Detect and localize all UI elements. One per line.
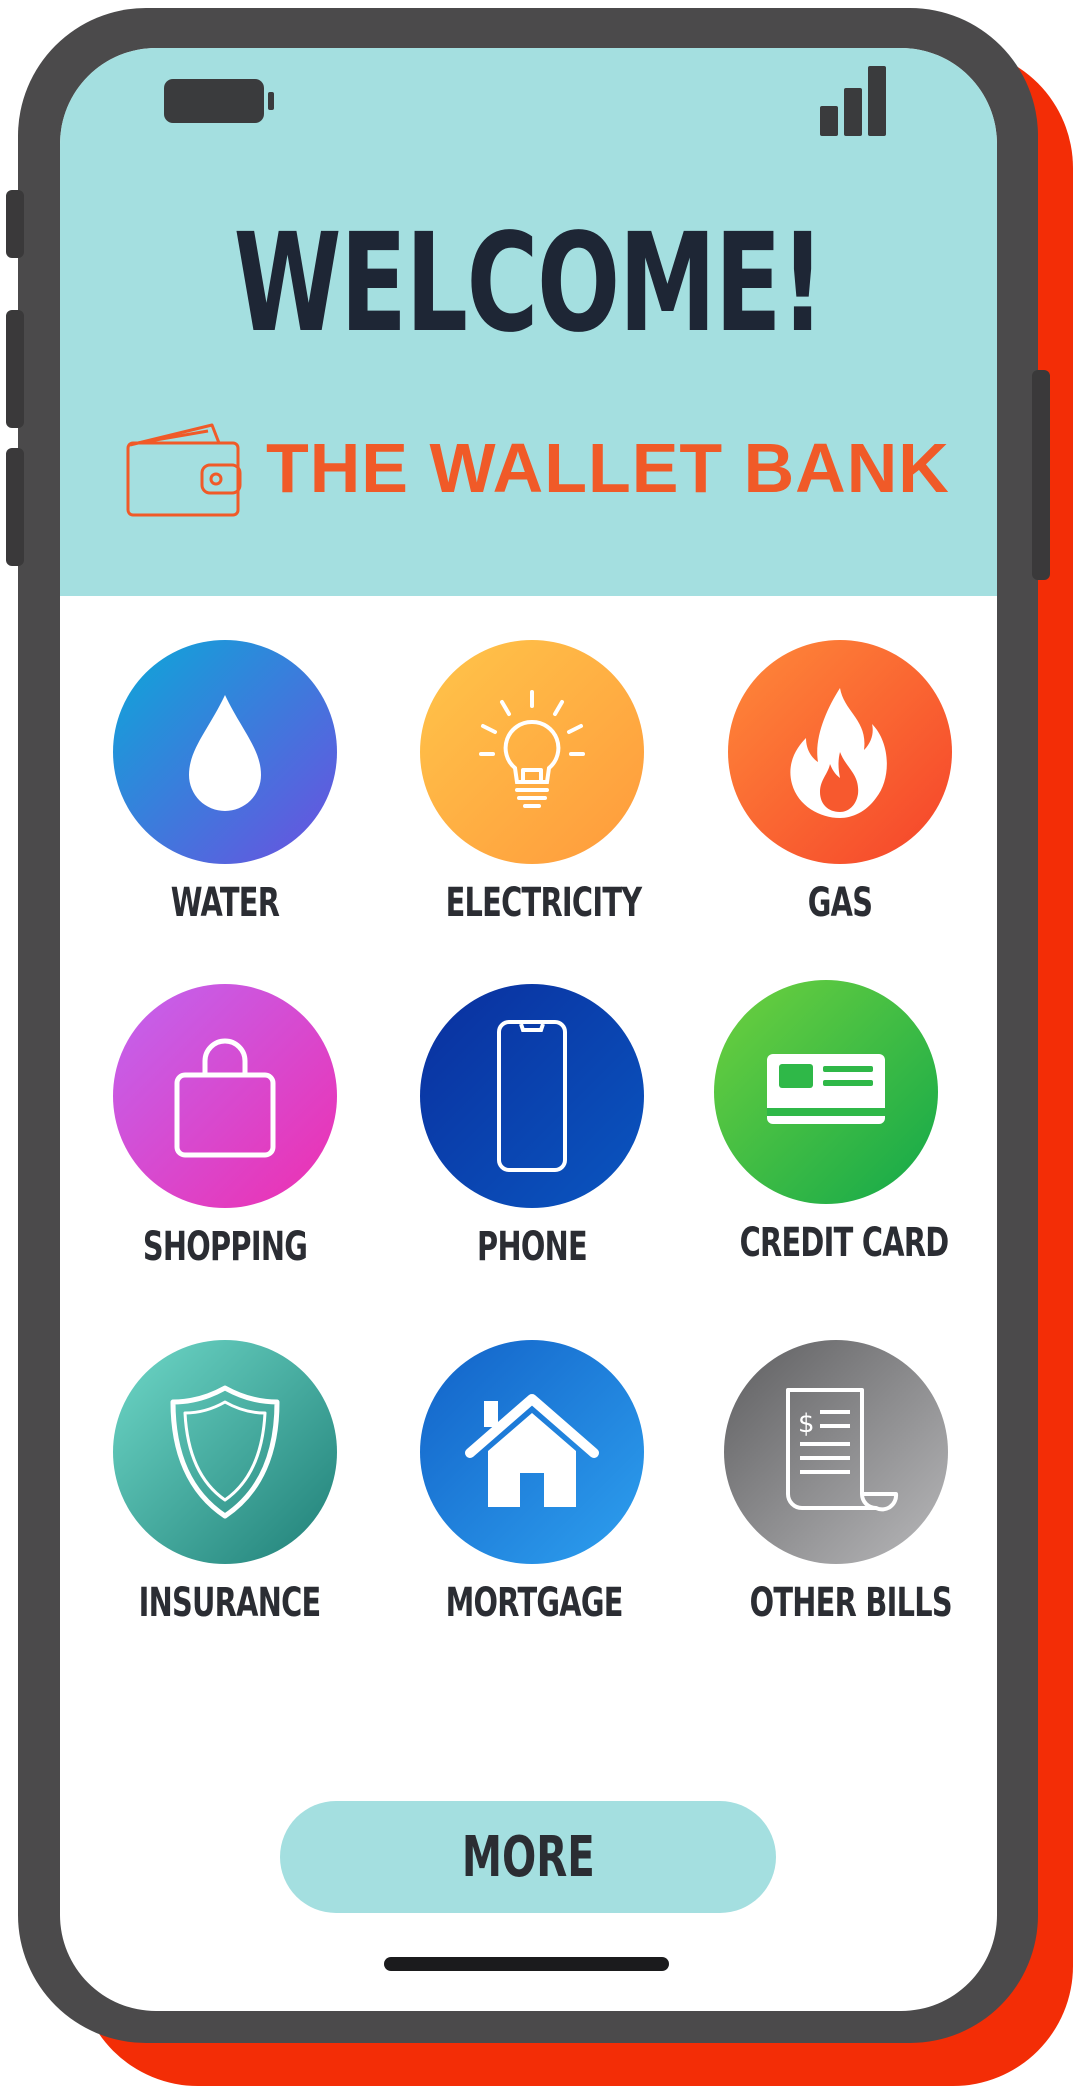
category-label: OTHER BILLS (749, 1580, 953, 1626)
category-label: WATER (170, 880, 280, 926)
page-title: WELCOME! (233, 205, 825, 363)
category-phone[interactable]: PHONE (412, 984, 652, 1270)
category-label: SHOPPING (142, 1224, 308, 1270)
category-gas[interactable]: GAS (720, 640, 960, 926)
category-label: MORTGAGE (445, 1580, 624, 1626)
volume-down-button (6, 448, 24, 566)
credit-card-icon (767, 1054, 885, 1124)
silent-switch (6, 190, 24, 258)
header: WELCOME! THE WALLET BANK (60, 48, 997, 596)
category-insurance[interactable]: INSURANCE (105, 1340, 345, 1626)
light-bulb-icon (479, 690, 585, 808)
receipt-icon: $ (786, 1388, 899, 1512)
shopping-bag-icon (174, 1038, 276, 1158)
category-label: INSURANCE (138, 1580, 322, 1626)
volume-up-button (6, 310, 24, 428)
category-label: PHONE (477, 1224, 588, 1270)
wallet-icon (126, 423, 242, 517)
category-other-bills[interactable]: $ OTHER BILLS (716, 1340, 956, 1626)
category-mortgage[interactable]: MORTGAGE (412, 1340, 652, 1626)
battery-icon (164, 79, 274, 123)
category-label: CREDIT CARD (739, 1220, 950, 1266)
category-water[interactable]: WATER (105, 640, 345, 926)
category-credit-card[interactable]: CREDIT CARD (706, 980, 950, 1266)
category-label: GAS (807, 880, 873, 926)
smartphone-icon (497, 1020, 567, 1172)
category-shopping[interactable]: SHOPPING (105, 984, 345, 1270)
home-indicator[interactable] (384, 1957, 669, 1971)
power-button (1032, 370, 1050, 580)
water-drop-icon (189, 695, 261, 811)
phone-screen: WELCOME! THE WALLET BANK WATER ELECTRICI… (60, 48, 997, 2011)
signal-bars-icon (820, 66, 894, 136)
brand: THE WALLET BANK (124, 413, 950, 523)
brand-name: THE WALLET BANK (266, 429, 950, 507)
category-label: ELECTRICITY (445, 880, 643, 926)
shield-icon (170, 1385, 280, 1519)
svg-text:$: $ (798, 1409, 815, 1439)
category-electricity[interactable]: ELECTRICITY (412, 640, 652, 926)
more-button[interactable]: MORE (280, 1801, 776, 1913)
more-button-label: MORE (461, 1824, 595, 1890)
flame-icon (790, 688, 887, 818)
house-icon (465, 1394, 599, 1507)
